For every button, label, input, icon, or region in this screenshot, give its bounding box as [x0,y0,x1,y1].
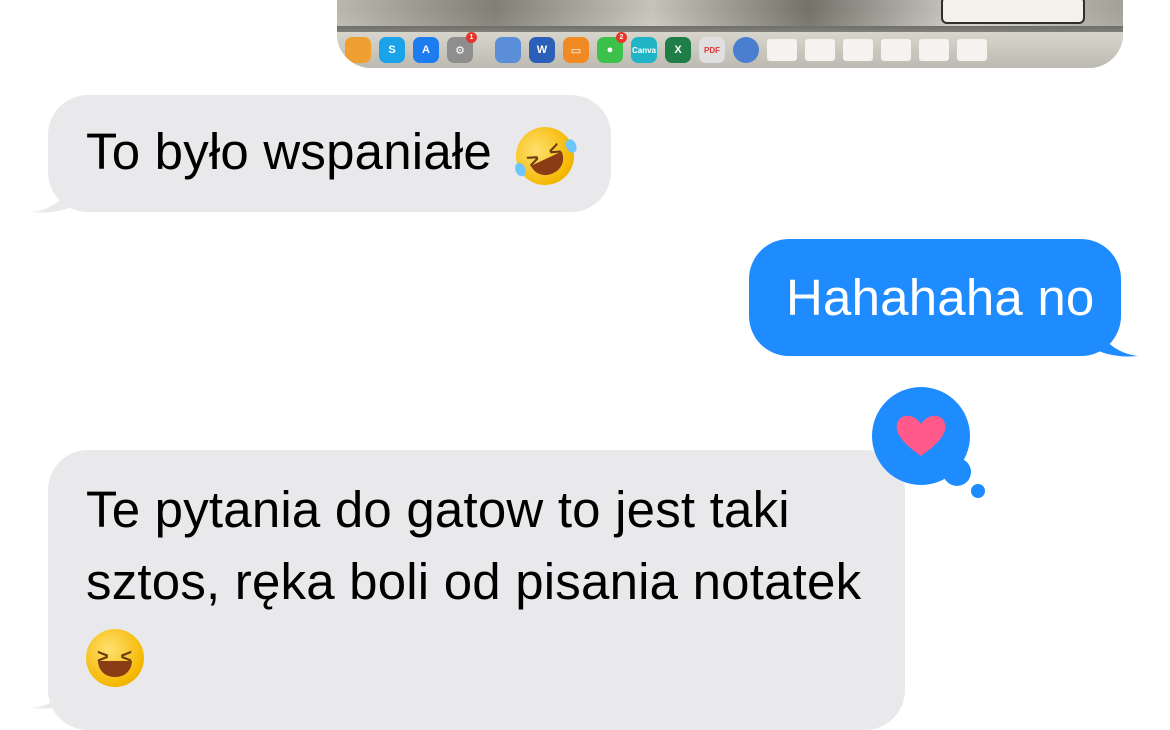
image-attachment[interactable]: S A ⚙ 1 W ▭ ● 2 Canva X PDF [337,0,1123,68]
dock-thumbnail [919,39,949,61]
notes-app-icon [345,37,371,63]
incoming-message-1[interactable]: To było wspaniałe > < [48,95,611,212]
messages-badge: 2 [616,32,627,43]
reaction-dot [971,484,985,498]
message-text: Hahahaha no [786,269,1095,326]
dock-thumbnail [805,39,835,61]
excel-app-icon: X [665,37,691,63]
pdf-app-icon: PDF [699,37,725,63]
dock-thumbnail [767,39,797,61]
skype-app-icon: S [379,37,405,63]
screenshot-dock: S A ⚙ 1 W ▭ ● 2 Canva X PDF [337,32,1123,68]
grinning-squinting-emoji-icon: > < [86,628,144,687]
app-store-badge: 1 [466,32,477,43]
heart-reaction-icon[interactable] [871,386,971,486]
message-text: Te pytania do gatow to jest taki sztos, … [86,481,862,610]
word-app-icon: W [529,37,555,63]
screenshot-window [943,0,1083,22]
settings-app-icon: ⚙ 1 [447,32,477,63]
dock-thumbnail [843,39,873,61]
safari-app-icon [733,37,759,63]
dock-thumbnail [881,39,911,61]
canva-app-icon: Canva [631,37,657,63]
dock-thumbnail [957,39,987,61]
incoming-message-3[interactable]: Te pytania do gatow to jest taki sztos, … [48,450,905,730]
message-text: To było wspaniałe [86,123,492,180]
rolling-laughing-emoji-icon: > < [506,116,584,195]
messages-app-icon: ● 2 [597,32,627,63]
app-store-icon: A [413,37,439,63]
outgoing-message-1[interactable]: Hahahaha no [749,239,1121,356]
books-app-icon: ▭ [563,37,589,63]
preview-app-icon [495,37,521,63]
